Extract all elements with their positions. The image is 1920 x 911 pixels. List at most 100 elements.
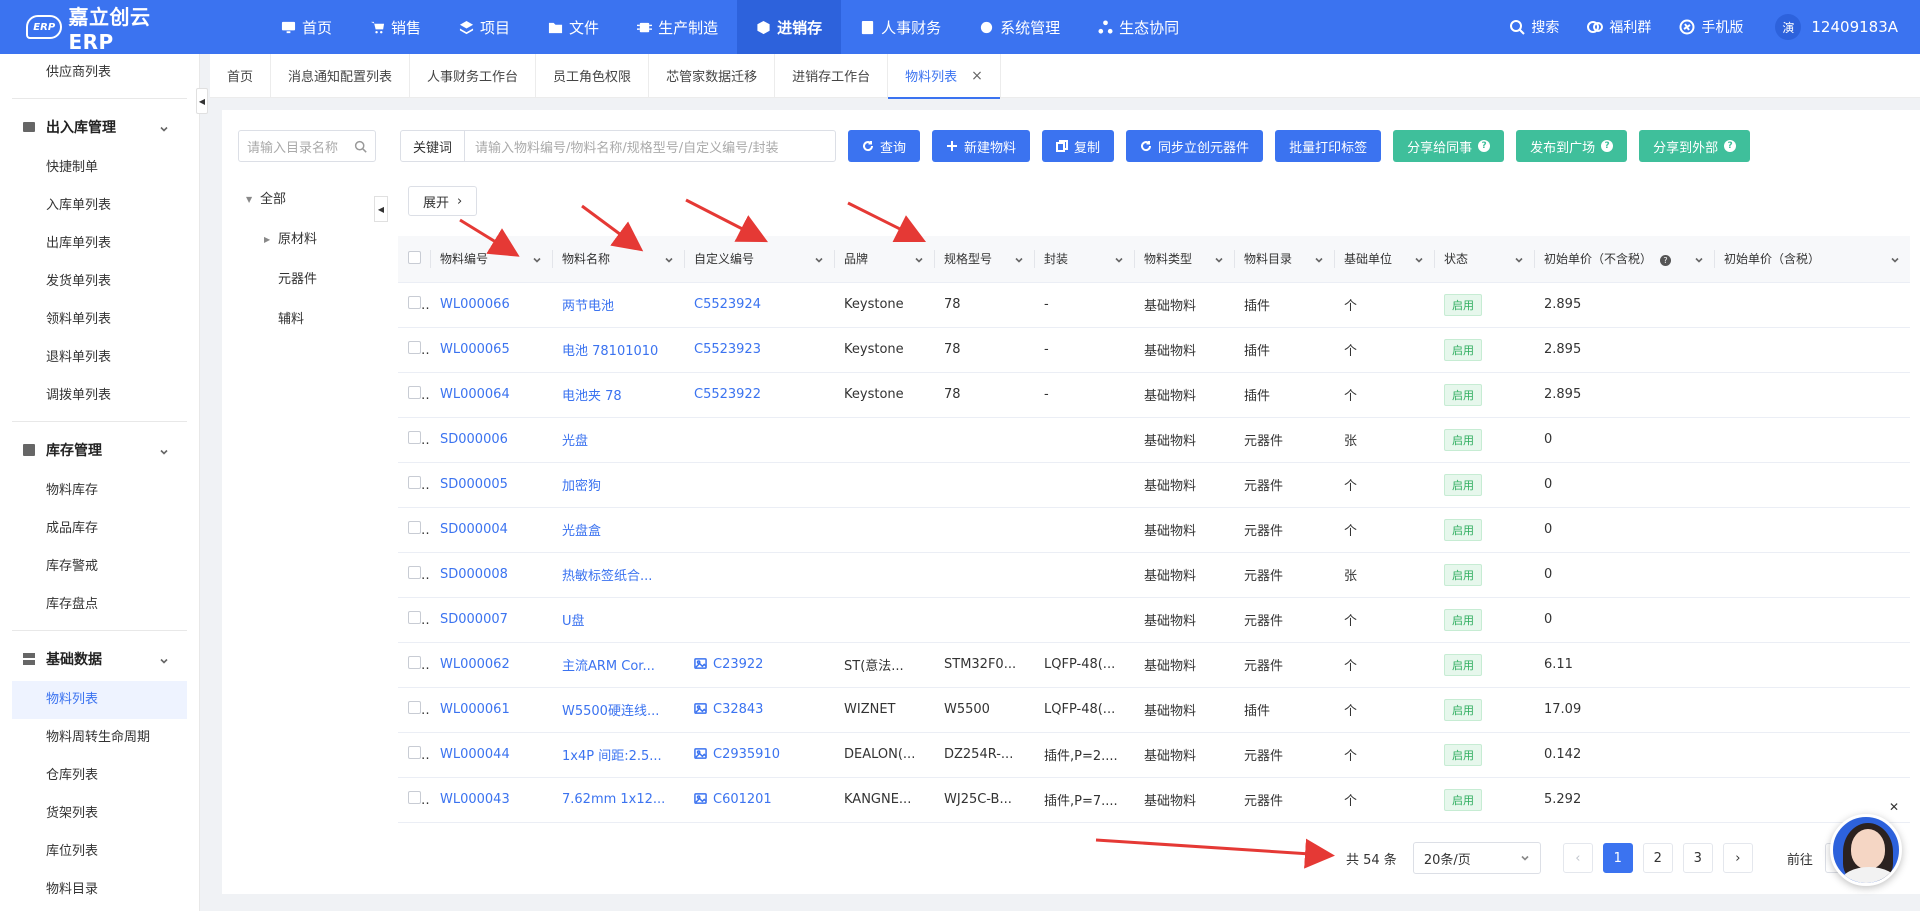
row-checkbox[interactable] (408, 701, 421, 714)
material-name-link[interactable]: 两节电池 (552, 282, 684, 328)
ai-assistant-avatar[interactable] (1830, 814, 1902, 886)
row-checkbox[interactable] (408, 431, 421, 444)
page-size-select[interactable]: 20条/页 (1412, 842, 1541, 874)
custom-code-link[interactable]: C32843 (713, 702, 763, 717)
sidebar-group[interactable]: 基础数据 (0, 637, 199, 681)
row-checkbox[interactable] (408, 341, 421, 354)
search-button[interactable]: 搜索 (1495, 17, 1573, 37)
material-name-link[interactable]: W5500硬连线... (552, 687, 684, 733)
custom-code-cell[interactable]: C32843 (684, 687, 834, 733)
custom-code-cell[interactable]: C5523922 (684, 372, 834, 418)
sidebar-item[interactable]: 物料列表 (12, 681, 187, 719)
expand-filter-button[interactable]: 展开 › (408, 186, 478, 216)
prev-page-button[interactable]: ‹ (1562, 843, 1593, 873)
image-icon[interactable] (694, 657, 707, 670)
column-header[interactable]: 封装 (1034, 236, 1134, 283)
custom-code-cell[interactable]: C2935910 (684, 732, 834, 778)
table-row[interactable]: SD000008 热敏标签纸合... 基础物料 元器件张启用 0 (398, 552, 1910, 598)
chevron-down-icon[interactable] (814, 254, 824, 264)
row-checkbox[interactable] (408, 296, 421, 309)
help-icon[interactable]: ? (1660, 255, 1672, 267)
custom-code-cell[interactable] (684, 597, 834, 643)
sidebar-group[interactable]: 出入库管理 (0, 105, 199, 149)
material-code-link[interactable]: SD000006 (430, 417, 552, 463)
sidebar-item[interactable]: 库位列表 (12, 833, 187, 871)
sidebar-item[interactable]: 退料单列表 (12, 339, 187, 377)
page-number-button[interactable]: 2 (1642, 843, 1673, 873)
custom-code-cell[interactable]: C601201 (684, 777, 834, 823)
material-name-link[interactable]: 光盘 (552, 417, 684, 463)
chevron-down-icon[interactable] (1514, 254, 1524, 264)
column-header[interactable]: 物料目录 (1234, 236, 1334, 283)
table-row[interactable]: SD000006 光盘 基础物料 元器件张启用 0 (398, 417, 1910, 463)
user-name[interactable]: 12409183A (1811, 18, 1898, 36)
next-page-button[interactable]: › (1722, 843, 1753, 873)
sidebar-item[interactable]: 发货单列表 (12, 263, 187, 301)
sidebar-item[interactable]: 仓库列表 (12, 757, 187, 795)
nav-item-7[interactable]: 系统管理 (960, 0, 1079, 54)
custom-code-cell[interactable]: C5523924 (684, 282, 834, 328)
row-checkbox[interactable] (408, 521, 421, 534)
image-icon[interactable] (694, 792, 707, 805)
tab-item[interactable]: 消息通知配置列表 (271, 53, 411, 98)
custom-code-cell[interactable] (684, 462, 834, 508)
chevron-down-icon[interactable] (1414, 254, 1424, 264)
custom-code-link[interactable]: C5523922 (694, 387, 761, 402)
tab-item[interactable]: 员工角色权限 (536, 53, 650, 98)
nav-item-4[interactable]: 生产制造 (618, 0, 737, 54)
custom-code-link[interactable]: C601201 (713, 792, 772, 807)
close-icon[interactable]: × (971, 68, 983, 84)
table-row[interactable]: SD000004 光盘盒 基础物料 元器件个启用 0 (398, 507, 1910, 553)
material-code-link[interactable]: WL000061 (430, 687, 552, 733)
material-name-link[interactable]: 加密狗 (552, 462, 684, 508)
app-logo[interactable]: ERP 嘉立创云ERP (0, 0, 190, 54)
material-code-link[interactable]: SD000004 (430, 507, 552, 553)
material-name-link[interactable]: 电池 78101010 (552, 327, 684, 373)
column-header[interactable]: 物料编号 (430, 236, 552, 283)
tree-node[interactable]: ▶ 原材料 (246, 220, 317, 260)
sidebar-item[interactable]: 调拨单列表 (12, 377, 187, 415)
chevron-down-icon[interactable] (1314, 254, 1324, 264)
material-code-link[interactable]: WL000066 (430, 282, 552, 328)
column-header[interactable]: 状态 (1434, 236, 1534, 283)
tab-item[interactable]: 物料列表 × (888, 53, 1001, 99)
mobile-version-button[interactable]: 手机版 (1665, 17, 1757, 37)
nav-item-5[interactable]: 进销存 (737, 0, 842, 54)
chevron-down-icon[interactable] (1014, 254, 1024, 264)
material-code-link[interactable]: WL000064 (430, 372, 552, 418)
user-avatar[interactable]: 演 (1775, 14, 1802, 40)
sidebar-item[interactable]: 物料库存 (12, 472, 187, 510)
custom-code-cell[interactable] (684, 507, 834, 553)
column-header[interactable]: 自定义编号 (684, 236, 834, 283)
copy-button[interactable]: 复制 (1042, 130, 1115, 162)
publish-square-button[interactable]: 发布到广场 ? (1516, 130, 1628, 162)
column-header[interactable]: 初始单价（不含税）? (1534, 236, 1714, 283)
select-all-checkbox[interactable] (408, 250, 421, 264)
sidebar-item[interactable]: 库存警戒 (12, 548, 187, 586)
tab-item[interactable]: 人事财务工作台 (410, 53, 537, 98)
row-checkbox[interactable] (408, 566, 421, 579)
sidebar-collapse-handle[interactable]: ◀ (196, 88, 208, 114)
keyword-input[interactable]: 请输入物料编号/物料名称/规格型号/自定义编号/封装 (465, 131, 835, 161)
tab-item[interactable]: 首页 (210, 53, 272, 98)
custom-code-link[interactable]: C23922 (713, 657, 763, 672)
chevron-down-icon[interactable] (914, 254, 924, 264)
sidebar-item[interactable]: 物料周转生命周期 (12, 719, 187, 757)
nav-item-1[interactable]: 销售 (351, 0, 440, 54)
custom-code-link[interactable]: C2935910 (713, 747, 780, 762)
sidebar-item-supplier-list[interactable]: 供应商列表 (12, 54, 187, 92)
table-row[interactable]: WL000064 电池夹 78 C5523922 Keystone 78- 基础物料 插件个… (398, 372, 1910, 418)
chevron-down-icon[interactable] (532, 254, 542, 264)
row-checkbox[interactable] (408, 476, 421, 489)
material-name-link[interactable]: 光盘盒 (552, 507, 684, 553)
chevron-down-icon[interactable] (664, 254, 674, 264)
material-code-link[interactable]: WL000043 (430, 777, 552, 823)
table-row[interactable]: SD000007 U盘 基础物料 元器件个启用 0 (398, 597, 1910, 643)
custom-code-link[interactable]: C5523924 (694, 297, 761, 312)
tree-node[interactable]: 辅料 (246, 300, 317, 340)
material-name-link[interactable]: 电池夹 78 (552, 372, 684, 418)
welfare-group-button[interactable]: 福利群 (1573, 17, 1665, 37)
table-row[interactable]: WL000062 主流ARM Cor... C23922 ST(意法... STM32F… (398, 642, 1910, 688)
tree-node-root[interactable]: ▼ 全部 (246, 180, 317, 220)
chevron-down-icon[interactable] (1114, 254, 1124, 264)
